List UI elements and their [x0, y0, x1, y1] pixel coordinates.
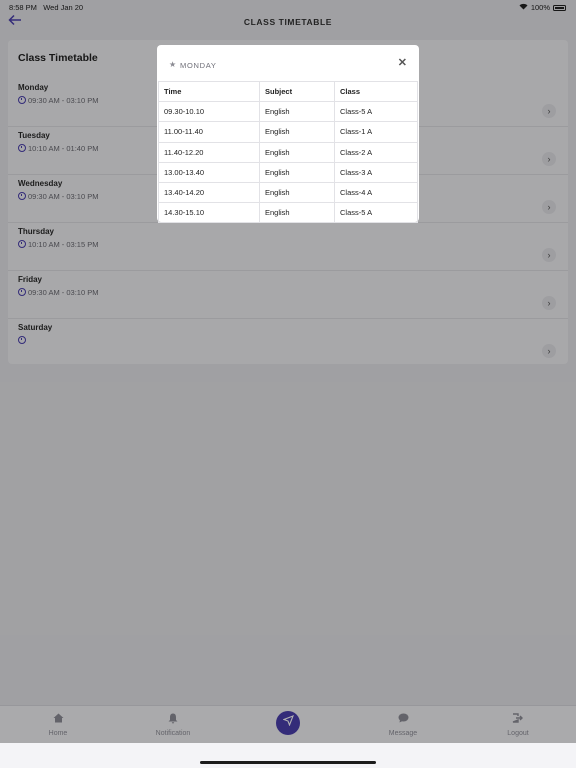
- cell-class: Class-3 A: [334, 161, 418, 183]
- cell-subject: English: [259, 181, 335, 204]
- cell-time: 09.30-10.10: [158, 101, 260, 123]
- cell-subject: English: [259, 202, 335, 224]
- table-row: 14.30-15.10 English Class-5 A: [158, 202, 418, 224]
- cell-subject: English: [259, 121, 335, 143]
- modal-title: MONDAY: [180, 61, 217, 70]
- close-icon[interactable]: ✕: [398, 56, 407, 69]
- home-indicator[interactable]: [200, 761, 376, 764]
- cell-time: 11.40-12.20: [158, 141, 260, 163]
- cell-subject: English: [259, 101, 335, 123]
- cell-class: Class-5 A: [334, 101, 418, 123]
- cell-class: Class-2 A: [334, 141, 418, 163]
- cell-class: Class-1 A: [334, 121, 418, 143]
- schedule-table: Time Subject Class 09.30-10.10 English C…: [158, 80, 418, 224]
- table-row: 11.00-11.40 English Class-1 A: [158, 121, 418, 143]
- table-header-row: Time Subject Class: [158, 80, 418, 103]
- cell-time: 14.30-15.10: [158, 202, 260, 224]
- column-header-time: Time: [158, 80, 260, 103]
- cell-subject: English: [259, 141, 335, 163]
- cell-class: Class-5 A: [334, 202, 418, 224]
- day-schedule-modal: ★ MONDAY ✕ Time Subject Class 09.30-10.1…: [157, 45, 419, 224]
- table-row: 11.40-12.20 English Class-2 A: [158, 141, 418, 163]
- cell-time: 13.40-14.20: [158, 181, 260, 204]
- modal-header: ★ MONDAY ✕: [157, 45, 419, 81]
- column-header-subject: Subject: [259, 80, 335, 103]
- table-row: 13.40-14.20 English Class-4 A: [158, 181, 418, 204]
- cell-class: Class-4 A: [334, 181, 418, 204]
- cell-time: 13.00-13.40: [158, 161, 260, 183]
- cell-time: 11.00-11.40: [158, 121, 260, 143]
- cell-subject: English: [259, 161, 335, 183]
- table-row: 13.00-13.40 English Class-3 A: [158, 161, 418, 183]
- star-icon: ★: [169, 60, 177, 69]
- column-header-class: Class: [334, 80, 418, 103]
- home-indicator-area: [0, 743, 576, 768]
- table-row: 09.30-10.10 English Class-5 A: [158, 101, 418, 123]
